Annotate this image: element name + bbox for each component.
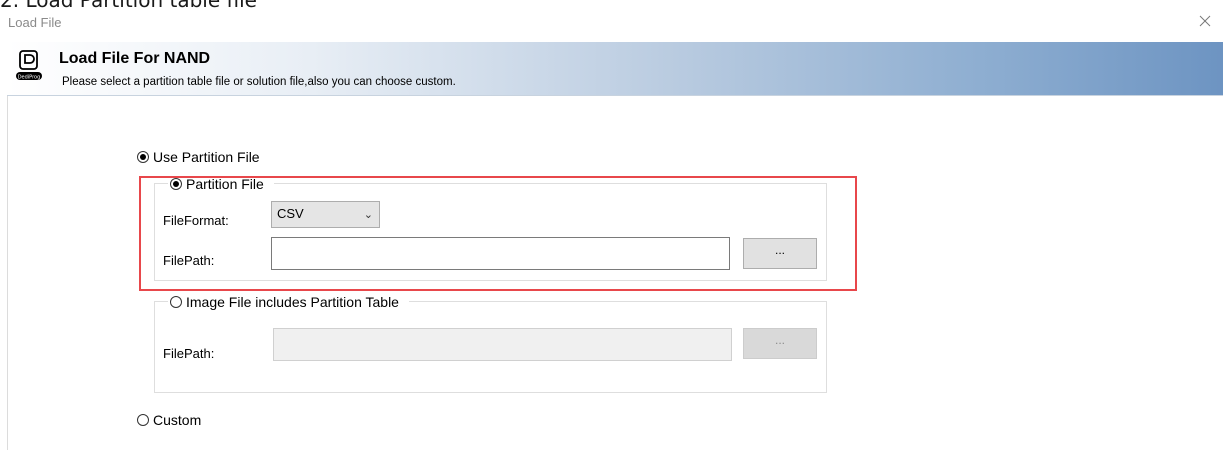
radio-unchecked-icon: [137, 414, 149, 427]
image-file-radio[interactable]: Image File includes Partition Table: [168, 293, 409, 311]
image-file-path-label: FilePath:: [163, 346, 215, 361]
custom-label: Custom: [153, 412, 202, 429]
custom-radio[interactable]: Custom: [137, 411, 201, 428]
svg-text:DediProg: DediProg: [18, 74, 41, 80]
image-file-path-input[interactable]: [273, 328, 732, 361]
radio-checked-icon: [137, 151, 149, 164]
use-partition-file-radio[interactable]: Use Partition File: [137, 148, 260, 165]
dialog-subtitle: Please select a partition table file or …: [62, 76, 456, 88]
header-banner: DediProg Load File For NAND Please selec…: [7, 42, 1223, 96]
close-icon[interactable]: [1197, 13, 1213, 29]
dialog-heading: Load File For NAND: [59, 50, 211, 67]
image-file-browse-button[interactable]: ...: [743, 328, 817, 359]
divider: [7, 96, 8, 450]
use-partition-file-label: Use Partition File: [153, 149, 260, 166]
radio-unchecked-icon: [170, 296, 182, 309]
title-bar: Load File: [0, 8, 1223, 40]
highlight-annotation-box: [139, 176, 857, 291]
load-file-dialog: Load File DediProg Load File For NAND Pl…: [0, 8, 1223, 450]
dediprog-logo-icon: DediProg: [16, 50, 42, 80]
window-title: Load File: [8, 15, 62, 30]
image-file-label: Image File includes Partition Table: [186, 294, 399, 311]
